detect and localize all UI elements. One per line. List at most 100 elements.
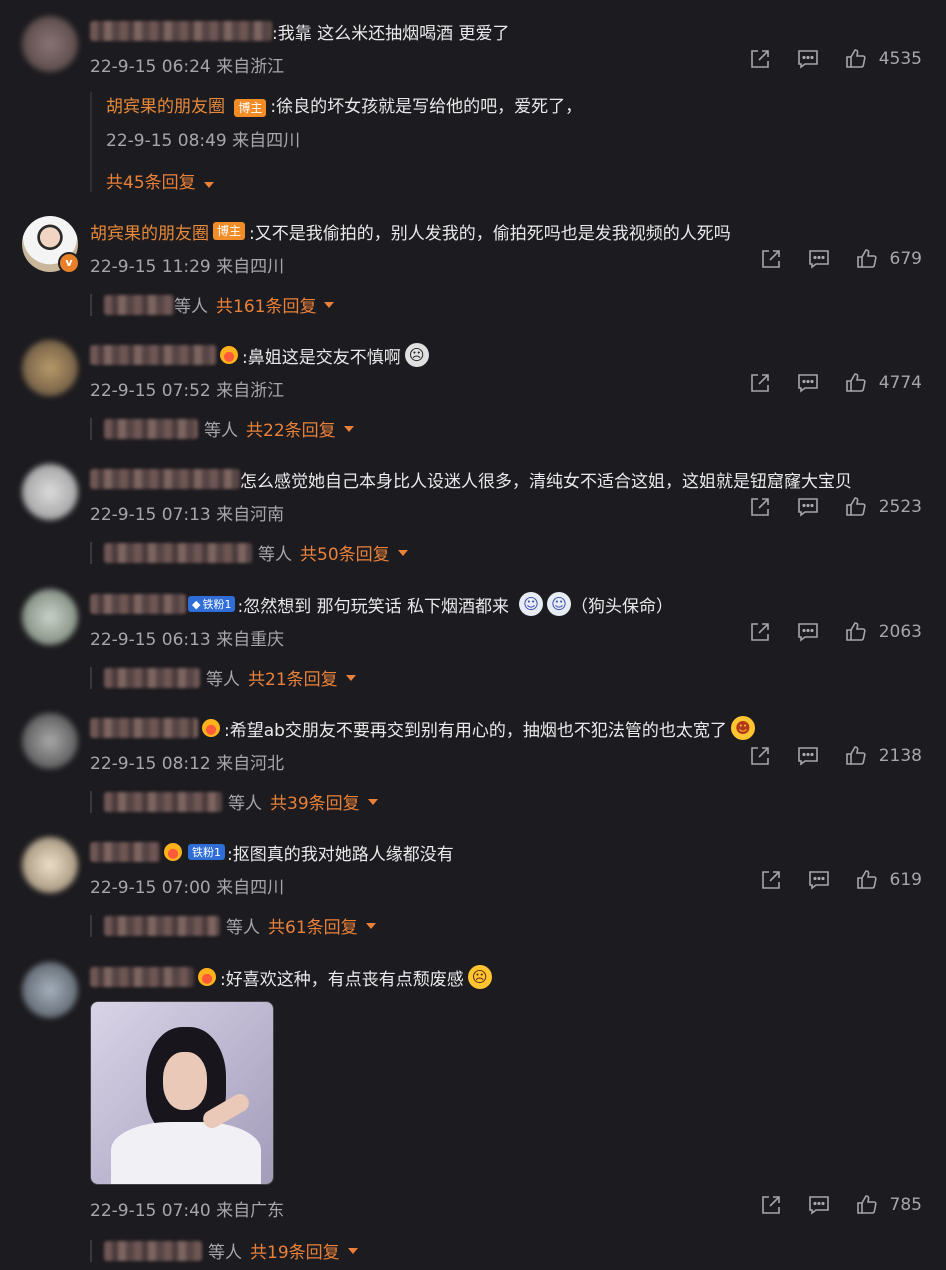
username-blurred[interactable] — [90, 469, 240, 489]
share-icon[interactable] — [747, 619, 773, 645]
reply-summary[interactable]: 等人 共50条回复 — [90, 540, 408, 565]
reply-others-label: 等人 — [228, 794, 262, 814]
divider — [90, 417, 92, 440]
sub-reply: 胡宾果的朋友圈 博主:徐良的坏女孩就是写给他的吧，爱死了， 22-9-15 08… — [90, 92, 692, 193]
comment-text: :忽然想到 那句玩笑话 私下烟酒都来 — [237, 596, 510, 617]
comment-item: :好喜欢这种，有点丧有点颓废感 ☹ 22-9-15 07:40 来自广东 785… — [0, 962, 946, 1263]
comment-icon[interactable] — [806, 246, 832, 272]
comment-text: :鼻姐这是交友不慎啊 — [242, 347, 401, 368]
comment-icon[interactable] — [795, 370, 821, 396]
chevron-down-icon — [324, 301, 335, 308]
reply-summary[interactable]: 等人 共21条回复 — [90, 665, 356, 690]
reply-summary[interactable]: 等人 共61条回复 — [90, 913, 376, 938]
comment-image[interactable] — [90, 1001, 274, 1185]
comment-icon[interactable] — [795, 619, 821, 645]
avatar[interactable] — [22, 713, 78, 769]
comment-actions: 2063 — [747, 619, 922, 645]
username-blurred[interactable] — [90, 842, 160, 862]
reply-summary[interactable]: 等人 共161条回复 — [90, 292, 335, 317]
avatar[interactable] — [22, 589, 78, 645]
avatar[interactable] — [22, 340, 78, 396]
chevron-down-icon — [367, 798, 378, 805]
comment-actions: 619 — [758, 867, 922, 893]
crown-icon — [202, 719, 220, 737]
blogger-badge: 博主 — [234, 99, 267, 117]
more-replies-label: 共19条回复 — [250, 1243, 340, 1263]
username-blurred[interactable] — [90, 594, 186, 614]
share-icon[interactable] — [747, 743, 773, 769]
comment-item: 铁粉1 :抠图真的我对她路人缘都没有 22-9-15 07:00 来自四川 61… — [0, 837, 946, 947]
comment-icon[interactable] — [795, 494, 821, 520]
avatar[interactable] — [22, 16, 78, 72]
comment-actions: 4535 — [747, 46, 922, 72]
avatar[interactable] — [22, 837, 78, 893]
comment-header: 怎么感觉她自己本身比人设迷人很多，清纯女不适合这姐，这姐就是钮窟窿大宝贝 — [90, 464, 852, 494]
reply-summary[interactable]: 等人 共19条回复 — [90, 1238, 358, 1263]
verified-icon: v — [58, 252, 80, 274]
share-icon[interactable] — [758, 1192, 784, 1218]
share-icon[interactable] — [758, 867, 784, 893]
reply-others-label: 等人 — [226, 918, 260, 938]
comment-header: 铁粉1 :抠图真的我对她路人缘都没有 — [90, 837, 454, 867]
thumbs-up-icon[interactable] — [843, 46, 869, 72]
thumbs-up-icon[interactable] — [843, 743, 869, 769]
replier-blurred — [104, 915, 220, 936]
crown-icon — [198, 968, 216, 986]
more-replies-label: 共22条回复 — [246, 421, 336, 441]
username-blurred[interactable] — [90, 718, 198, 738]
comment-icon[interactable] — [806, 867, 832, 893]
like-count: 2063 — [878, 622, 922, 642]
photo-shirt — [111, 1122, 261, 1184]
chevron-down-icon — [397, 549, 408, 556]
reply-others-label: 等人 — [204, 421, 238, 441]
thumbs-up-icon[interactable] — [843, 370, 869, 396]
comment-header: 胡宾果的朋友圈 博主:又不是我偷拍的，别人发我的，偷拍死吗也是发我视频的人死吗 — [90, 216, 731, 246]
replier-blurred — [104, 418, 198, 439]
divider — [90, 790, 92, 813]
more-replies-label: 共50条回复 — [300, 545, 390, 565]
replier-blurred — [104, 791, 222, 812]
like-count: 2138 — [878, 746, 922, 766]
comment-text: :抠图真的我对她路人缘都没有 — [227, 844, 454, 865]
more-replies-link[interactable]: 共45条回复 — [106, 168, 214, 193]
comment-icon[interactable] — [795, 743, 821, 769]
fan-badge: ◆ 铁粉1 — [188, 596, 236, 612]
username-blurred[interactable] — [90, 967, 194, 987]
reply-others-label: 等人 — [208, 1243, 242, 1263]
share-icon[interactable] — [747, 370, 773, 396]
fan-badge: 铁粉1 — [188, 844, 225, 860]
sub-reply-author[interactable]: 胡宾果的朋友圈 — [106, 97, 225, 117]
comment-actions: 679 — [758, 246, 922, 272]
comment-author[interactable]: 胡宾果的朋友圈 — [90, 219, 209, 244]
reply-summary[interactable]: 等人 共22条回复 — [90, 416, 354, 441]
comment-text-tail: （狗头保命） — [571, 596, 674, 617]
avatar[interactable] — [22, 464, 78, 520]
sub-reply-meta: 22-9-15 08:49 来自四川 — [106, 131, 301, 151]
username-blurred[interactable] — [90, 21, 272, 41]
avatar[interactable] — [22, 962, 78, 1018]
comment-meta: 22-9-15 07:52 来自浙江 — [90, 381, 285, 401]
chevron-down-icon — [345, 674, 356, 681]
thumbs-up-icon[interactable] — [854, 246, 880, 272]
thumbs-up-icon[interactable] — [843, 619, 869, 645]
thumbs-up-icon[interactable] — [843, 494, 869, 520]
thumbs-up-icon[interactable] — [854, 1192, 880, 1218]
comment-icon[interactable] — [795, 46, 821, 72]
comment-icon[interactable] — [806, 1192, 832, 1218]
share-icon[interactable] — [747, 494, 773, 520]
more-replies-label: 共21条回复 — [248, 670, 338, 690]
replier-blurred — [104, 1240, 202, 1261]
yum-emoji-icon: ☻ — [730, 716, 755, 740]
comment-text: :又不是我偷拍的，别人发我的，偷拍死吗也是发我视频的人死吗 — [249, 223, 731, 244]
share-icon[interactable] — [758, 246, 784, 272]
more-replies-label: 共61条回复 — [268, 918, 358, 938]
reply-summary[interactable]: 等人 共39条回复 — [90, 789, 378, 814]
scared-emoji-icon: ☹ — [467, 965, 492, 989]
divider — [90, 914, 92, 937]
comment-item: ◆ 铁粉1 :忽然想到 那句玩笑话 私下烟酒都来 ☺ ☺ （狗头保命） 22-9-… — [0, 589, 946, 699]
share-icon[interactable] — [747, 46, 773, 72]
crying-emoji-icon: ☹ — [404, 343, 429, 367]
sub-reply-text: :徐良的坏女孩就是写给他的吧，爱死了， — [270, 97, 583, 117]
username-blurred[interactable] — [90, 345, 216, 365]
thumbs-up-icon[interactable] — [854, 867, 880, 893]
